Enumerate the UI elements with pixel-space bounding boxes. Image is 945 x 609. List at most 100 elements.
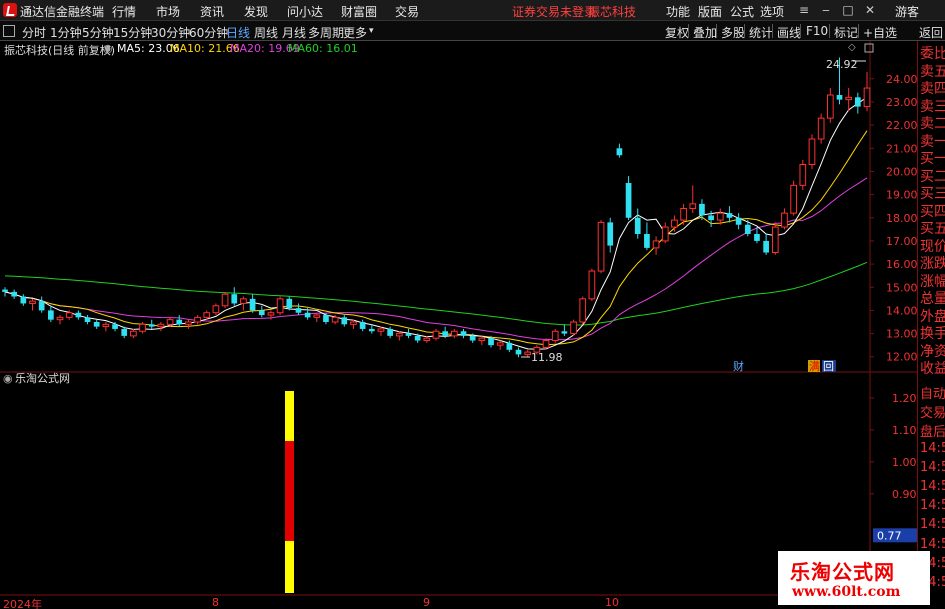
menu-item-options[interactable]: 选项	[760, 3, 784, 20]
candle-body-up	[781, 212, 788, 228]
period-tab-daily[interactable]: 日线	[226, 24, 250, 41]
candle-body-up	[652, 240, 660, 249]
period-tab-5min[interactable]: 5分钟	[82, 24, 114, 41]
candle-body-up	[551, 330, 559, 342]
toolbar-f10-button[interactable]: F10	[806, 24, 828, 38]
toolbar-separator	[829, 24, 830, 38]
trade-login-warning[interactable]: 证券交易未登录	[512, 3, 596, 20]
candle-body-up	[826, 94, 834, 119]
candle-body-down	[616, 148, 623, 156]
toolbar-draw-button[interactable]: 画线	[777, 24, 801, 41]
badge-finance[interactable]: 财	[733, 359, 744, 373]
price-tick-label: 14.00	[886, 304, 917, 317]
candle-body-down	[854, 97, 861, 107]
candle-body-up	[597, 221, 605, 272]
toolbar-back-button[interactable]: 返回	[919, 24, 943, 41]
candle-body-up	[432, 330, 440, 339]
watermark: 乐淘公式网 www.60lt.com	[778, 551, 930, 605]
candle-body-down	[763, 240, 769, 253]
candle-body-up	[689, 203, 697, 209]
candle-body-up	[771, 226, 779, 254]
candle-body-down	[231, 294, 238, 304]
candle-body-up	[588, 270, 596, 300]
candle-body-up	[350, 321, 357, 325]
candle-body-up	[139, 323, 146, 332]
period-tab-60min[interactable]: 60分钟	[189, 24, 228, 41]
candle-body-down	[48, 310, 54, 320]
guest-user[interactable]: 游客	[895, 3, 919, 20]
menu-item-ask[interactable]: 问小达	[287, 3, 323, 20]
more-arrow-icon: ▾	[369, 26, 374, 36]
price-tick-label: 23.00	[886, 96, 917, 109]
period-tab-15min[interactable]: 15分钟	[113, 24, 152, 41]
toolbar-overlay-button[interactable]: 叠加	[693, 24, 717, 41]
menu-item-discover[interactable]: 发现	[244, 3, 268, 20]
candle-body-down	[836, 95, 843, 100]
menu-item-trade[interactable]: 交易	[395, 3, 419, 20]
period-tab-30min[interactable]: 30分钟	[151, 24, 190, 41]
candle-body-down	[506, 342, 513, 350]
candle-body-down	[469, 335, 476, 341]
candle-body-down	[488, 338, 494, 346]
badge-full[interactable]: 满	[809, 360, 820, 373]
candle-body-up	[661, 226, 669, 242]
toolbar-separator	[688, 24, 689, 38]
menu-item-layout[interactable]: 版面	[698, 3, 722, 20]
menu-icon[interactable]: ≡	[796, 2, 812, 18]
candle-body-down	[323, 315, 329, 322]
grid-toggle-icon[interactable]	[3, 25, 15, 37]
period-tab-weekly[interactable]: 周线	[254, 24, 278, 41]
candle-body-up	[166, 319, 174, 325]
candle-body-up	[579, 298, 587, 323]
candle-body-down	[148, 324, 155, 327]
close-icon[interactable]: ✕	[862, 2, 878, 18]
candle-body-down	[387, 328, 393, 336]
sub-tick-label: 1.00	[892, 456, 917, 469]
candle-body-up	[799, 163, 807, 186]
candle-body-up	[56, 316, 64, 321]
toolbar-separator	[744, 24, 745, 38]
price-tick-label: 19.00	[886, 189, 917, 202]
toolbar-stats-button[interactable]: 统计	[749, 24, 773, 41]
candle-body-down	[2, 289, 8, 292]
title-menu-bar: 通达信金融终端 行情 市场 资讯 发现 问小达 财富圈 交易 证券交易未登录 振…	[0, 0, 945, 21]
toolbar-separator	[858, 24, 859, 38]
toolbar-mark-button[interactable]: 标记	[834, 24, 858, 41]
menu-item-quotes[interactable]: 行情	[112, 3, 136, 20]
toolbar-watchlist-button[interactable]: +自选	[863, 24, 897, 41]
candle-body-up	[478, 337, 486, 342]
menu-item-market[interactable]: 市场	[156, 3, 180, 20]
expand-icon[interactable]	[864, 43, 874, 53]
candle-body-up	[130, 330, 137, 337]
toolbar-adjust-button[interactable]: 复权	[665, 24, 689, 41]
toolbar-multistock-button[interactable]: 多股	[721, 24, 745, 41]
period-tab-multi[interactable]: 多周期	[308, 24, 344, 41]
candle-body-up	[671, 219, 678, 228]
candle-body-down	[735, 217, 742, 225]
chart-area[interactable]: 24.00 23.00 22.00 21.00 20.00 19.00 18.00 17.00…	[0, 41, 917, 596]
candle-body-down	[93, 321, 100, 327]
diamond-icon[interactable]: ◇	[848, 42, 856, 53]
price-tick-label: 16.00	[886, 258, 917, 271]
maximize-icon[interactable]: □	[840, 2, 856, 18]
signal-bar-bottom	[285, 541, 294, 593]
period-tab-more[interactable]: 更多	[343, 24, 367, 41]
candle-body-down	[414, 335, 421, 341]
candle-body-down	[726, 213, 733, 218]
sub-indicator-settings-icon[interactable]: ◉	[3, 372, 13, 385]
period-tab-monthly[interactable]: 月线	[282, 24, 306, 41]
menu-item-news[interactable]: 资讯	[200, 3, 224, 20]
period-tab-timeshare[interactable]: 分时	[22, 24, 46, 41]
badge-back[interactable]: 回	[823, 360, 834, 373]
candle-body-up	[808, 138, 816, 165]
menu-item-wealth[interactable]: 财富圈	[341, 3, 377, 20]
candle-body-down	[176, 319, 183, 325]
minimize-icon[interactable]: ‒	[818, 2, 834, 18]
menu-item-formula[interactable]: 公式	[730, 3, 754, 20]
period-tab-1min[interactable]: 1分钟	[50, 24, 82, 41]
trade-field-label: 14:56	[920, 517, 945, 533]
menu-item-function[interactable]: 功能	[666, 3, 690, 20]
watermark-url: www.60lt.com	[792, 584, 901, 600]
candle-body-down	[744, 224, 751, 234]
price-tick-label: 21.00	[886, 142, 917, 155]
